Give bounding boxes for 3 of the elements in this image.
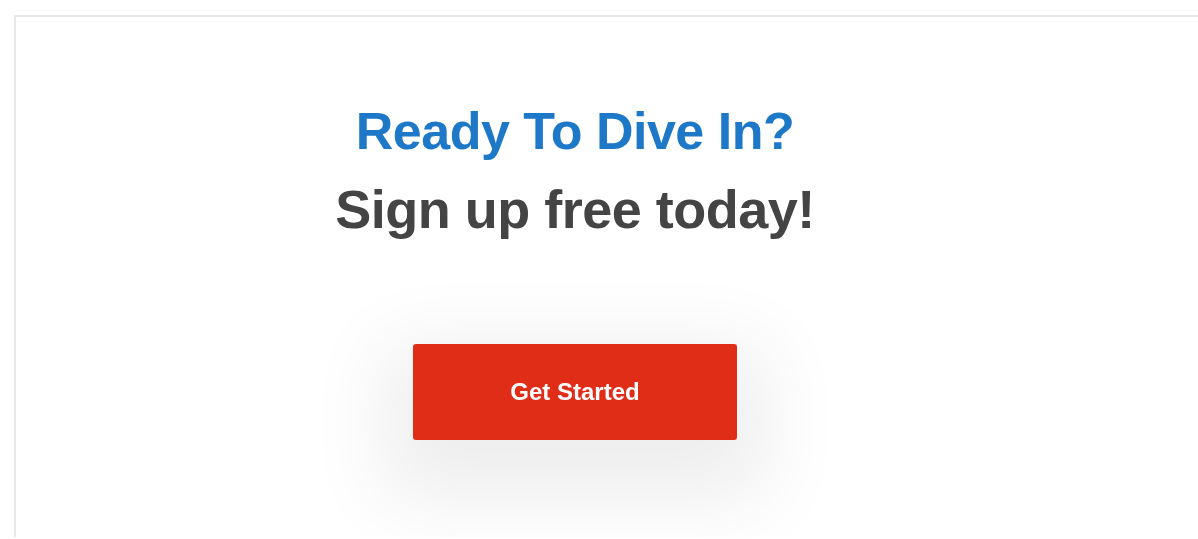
heading: Ready To Dive In? (355, 101, 795, 162)
get-started-button[interactable]: Get Started (413, 344, 737, 440)
subheading: Sign up free today! (335, 178, 815, 241)
